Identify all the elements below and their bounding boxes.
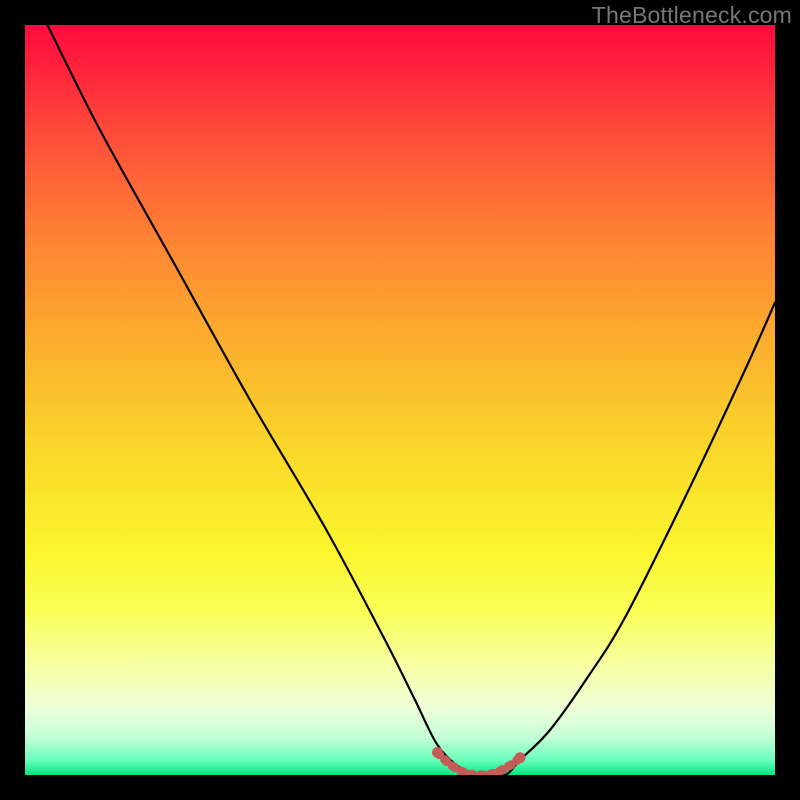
chart-svg	[25, 25, 775, 775]
plot-area	[25, 25, 775, 775]
chart-container: TheBottleneck.com	[0, 0, 800, 800]
bottleneck-curve	[48, 25, 776, 775]
watermark-text: TheBottleneck.com	[592, 2, 792, 29]
